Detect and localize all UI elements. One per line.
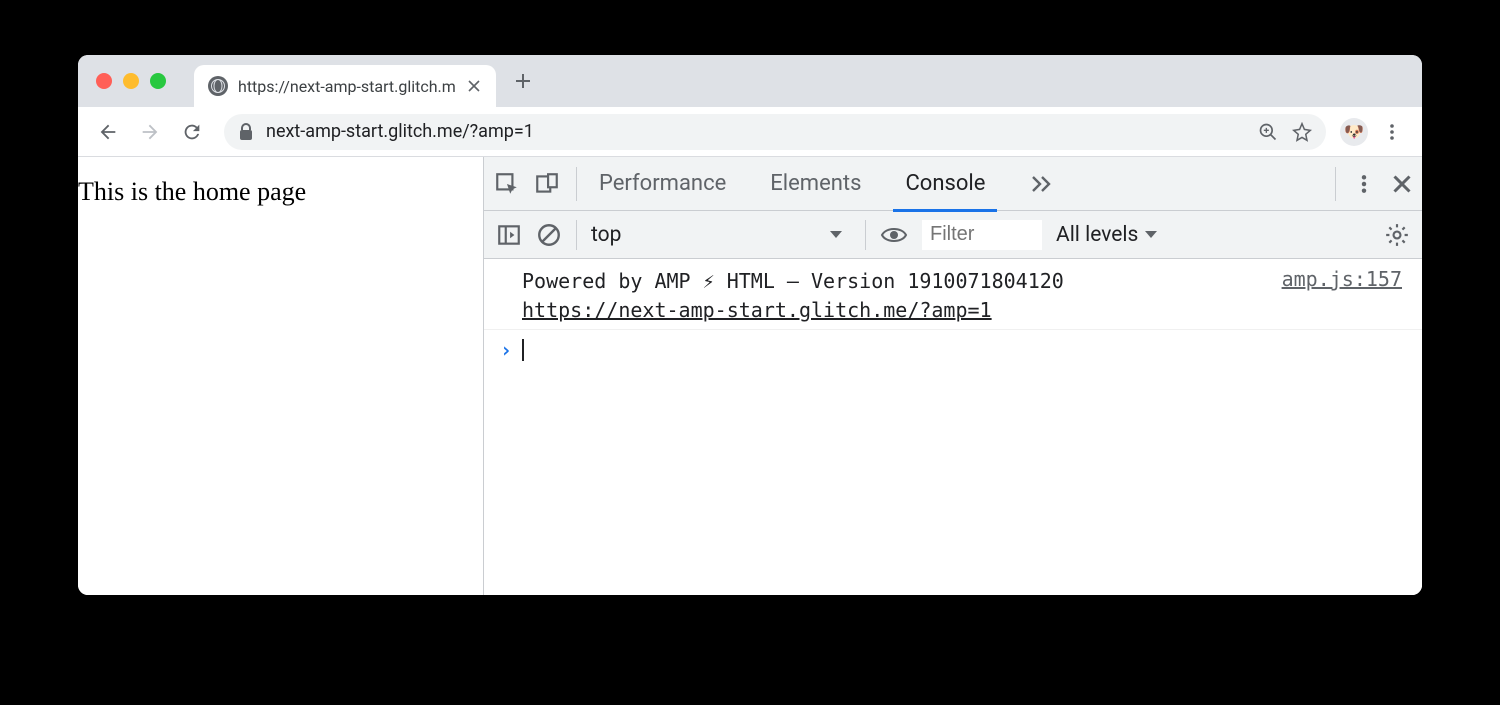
console-log-row: Powered by AMP ⚡ HTML – Version 19100718… bbox=[484, 259, 1422, 330]
console-output: Powered by AMP ⚡ HTML – Version 19100718… bbox=[484, 259, 1422, 595]
console-message: Powered by AMP ⚡ HTML – Version 19100718… bbox=[522, 267, 1252, 325]
address-bar[interactable]: next-amp-start.glitch.me/?amp=1 bbox=[224, 114, 1326, 150]
inspect-element-icon[interactable] bbox=[494, 171, 520, 197]
tab-performance[interactable]: Performance bbox=[577, 157, 748, 211]
globe-icon bbox=[208, 76, 228, 96]
browser-window: https://next-amp-start.glitch.m next-amp… bbox=[78, 55, 1422, 595]
console-message-text: Powered by AMP ⚡ HTML – Version 19100718… bbox=[522, 269, 1064, 293]
prompt-caret-icon: › bbox=[500, 338, 512, 362]
close-tab-button[interactable] bbox=[466, 78, 482, 94]
live-expression-eye-icon[interactable] bbox=[880, 225, 908, 245]
devtools-close-icon[interactable] bbox=[1392, 174, 1412, 194]
page-body-text: This is the home page bbox=[78, 177, 306, 206]
text-cursor bbox=[522, 339, 524, 361]
zoom-icon[interactable] bbox=[1258, 122, 1278, 142]
profile-avatar[interactable]: 🐶 bbox=[1340, 118, 1368, 146]
browser-tab[interactable]: https://next-amp-start.glitch.m bbox=[194, 65, 496, 107]
minimize-window-button[interactable] bbox=[123, 73, 139, 89]
device-toolbar-icon[interactable] bbox=[534, 171, 560, 197]
new-tab-button[interactable] bbox=[514, 72, 532, 90]
reload-button[interactable] bbox=[174, 114, 210, 150]
content-area: This is the home page Performance Elemen… bbox=[78, 157, 1422, 595]
tab-overflow[interactable] bbox=[1007, 157, 1075, 211]
tab-title: https://next-amp-start.glitch.m bbox=[238, 77, 456, 96]
console-toolbar: top All levels bbox=[484, 211, 1422, 259]
tab-strip: https://next-amp-start.glitch.m bbox=[78, 55, 1422, 107]
log-levels-label: All levels bbox=[1056, 223, 1138, 247]
bookmark-star-icon[interactable] bbox=[1292, 122, 1312, 142]
browser-toolbar: next-amp-start.glitch.me/?amp=1 🐶 bbox=[78, 107, 1422, 157]
page-viewport: This is the home page bbox=[78, 157, 483, 595]
console-source-link[interactable]: amp.js:157 bbox=[1282, 267, 1402, 291]
tab-elements[interactable]: Elements bbox=[748, 157, 883, 211]
devtools-menu-icon[interactable] bbox=[1354, 174, 1374, 194]
console-prompt[interactable]: › bbox=[484, 330, 1422, 370]
close-window-button[interactable] bbox=[96, 73, 112, 89]
lock-icon bbox=[238, 123, 254, 141]
console-message-link[interactable]: https://next-amp-start.glitch.me/?amp=1 bbox=[522, 298, 992, 322]
console-settings-gear-icon[interactable] bbox=[1384, 222, 1410, 248]
devtools-tabbar: Performance Elements Console bbox=[484, 157, 1422, 211]
url-text: next-amp-start.glitch.me/?amp=1 bbox=[266, 121, 534, 142]
back-button[interactable] bbox=[90, 114, 126, 150]
log-levels-selector[interactable]: All levels bbox=[1056, 223, 1158, 247]
window-controls bbox=[96, 73, 166, 89]
browser-menu-button[interactable] bbox=[1374, 114, 1410, 150]
context-selector[interactable]: top bbox=[591, 223, 851, 247]
devtools-panel: Performance Elements Console bbox=[483, 157, 1422, 595]
clear-console-icon[interactable] bbox=[536, 222, 562, 248]
maximize-window-button[interactable] bbox=[150, 73, 166, 89]
context-label: top bbox=[591, 223, 621, 247]
console-sidebar-toggle-icon[interactable] bbox=[496, 222, 522, 248]
tab-console[interactable]: Console bbox=[883, 157, 1007, 211]
console-filter-input[interactable] bbox=[922, 220, 1042, 250]
forward-button[interactable] bbox=[132, 114, 168, 150]
